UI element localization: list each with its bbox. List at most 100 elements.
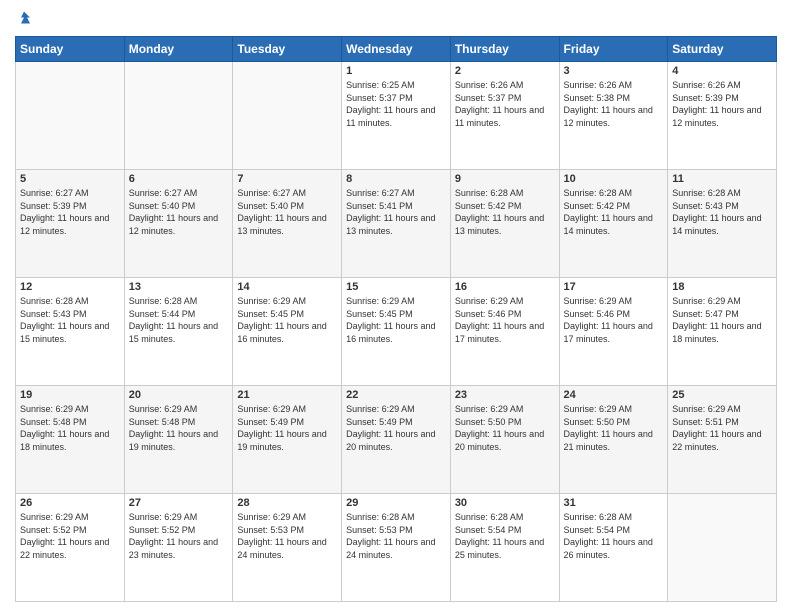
cell-details: Sunrise: 6:29 AMSunset: 5:52 PMDaylight:… [129,511,229,561]
calendar-cell: 27 Sunrise: 6:29 AMSunset: 5:52 PMDayligh… [124,494,233,602]
weekday-header-thursday: Thursday [450,37,559,62]
day-number: 8 [346,173,446,185]
day-number: 1 [346,65,446,77]
calendar-cell: 20 Sunrise: 6:29 AMSunset: 5:48 PMDayligh… [124,386,233,494]
calendar-cell: 3 Sunrise: 6:26 AMSunset: 5:38 PMDaylight… [559,62,668,170]
day-number: 2 [455,65,555,77]
weekday-header-friday: Friday [559,37,668,62]
calendar-cell [233,62,342,170]
weekday-header-saturday: Saturday [668,37,777,62]
cell-details: Sunrise: 6:29 AMSunset: 5:48 PMDaylight:… [129,403,229,453]
day-number: 13 [129,281,229,293]
calendar-cell: 8 Sunrise: 6:27 AMSunset: 5:41 PMDaylight… [342,170,451,278]
day-number: 9 [455,173,555,185]
calendar-cell: 21 Sunrise: 6:29 AMSunset: 5:49 PMDayligh… [233,386,342,494]
calendar-cell: 5 Sunrise: 6:27 AMSunset: 5:39 PMDaylight… [16,170,125,278]
day-number: 16 [455,281,555,293]
cell-details: Sunrise: 6:27 AMSunset: 5:41 PMDaylight:… [346,187,446,237]
calendar-cell: 16 Sunrise: 6:29 AMSunset: 5:46 PMDayligh… [450,278,559,386]
calendar-cell: 2 Sunrise: 6:26 AMSunset: 5:37 PMDaylight… [450,62,559,170]
calendar-cell: 1 Sunrise: 6:25 AMSunset: 5:37 PMDaylight… [342,62,451,170]
day-number: 22 [346,389,446,401]
calendar-cell: 9 Sunrise: 6:28 AMSunset: 5:42 PMDaylight… [450,170,559,278]
page: SundayMondayTuesdayWednesdayThursdayFrid… [0,0,792,612]
cell-details: Sunrise: 6:28 AMSunset: 5:44 PMDaylight:… [129,295,229,345]
calendar-cell: 12 Sunrise: 6:28 AMSunset: 5:43 PMDayligh… [16,278,125,386]
cell-details: Sunrise: 6:27 AMSunset: 5:40 PMDaylight:… [129,187,229,237]
cell-details: Sunrise: 6:29 AMSunset: 5:49 PMDaylight:… [346,403,446,453]
day-number: 30 [455,497,555,509]
cell-details: Sunrise: 6:28 AMSunset: 5:42 PMDaylight:… [564,187,664,237]
day-number: 20 [129,389,229,401]
calendar-cell: 22 Sunrise: 6:29 AMSunset: 5:49 PMDayligh… [342,386,451,494]
cell-details: Sunrise: 6:28 AMSunset: 5:42 PMDaylight:… [455,187,555,237]
cell-details: Sunrise: 6:29 AMSunset: 5:45 PMDaylight:… [237,295,337,345]
weekday-header-sunday: Sunday [16,37,125,62]
day-number: 27 [129,497,229,509]
cell-details: Sunrise: 6:26 AMSunset: 5:39 PMDaylight:… [672,79,772,129]
day-number: 24 [564,389,664,401]
calendar-cell: 18 Sunrise: 6:29 AMSunset: 5:47 PMDayligh… [668,278,777,386]
cell-details: Sunrise: 6:29 AMSunset: 5:47 PMDaylight:… [672,295,772,345]
day-number: 4 [672,65,772,77]
cell-details: Sunrise: 6:27 AMSunset: 5:39 PMDaylight:… [20,187,120,237]
calendar-cell: 30 Sunrise: 6:28 AMSunset: 5:54 PMDayligh… [450,494,559,602]
logo [15,10,37,28]
calendar-cell: 4 Sunrise: 6:26 AMSunset: 5:39 PMDaylight… [668,62,777,170]
calendar-cell: 29 Sunrise: 6:28 AMSunset: 5:53 PMDayligh… [342,494,451,602]
calendar-cell: 23 Sunrise: 6:29 AMSunset: 5:50 PMDayligh… [450,386,559,494]
calendar-table: SundayMondayTuesdayWednesdayThursdayFrid… [15,36,777,602]
cell-details: Sunrise: 6:28 AMSunset: 5:43 PMDaylight:… [672,187,772,237]
calendar-cell: 25Sunrise: 6:29 AMSunset: 5:51 PMDayligh… [668,386,777,494]
cell-details: Sunrise: 6:25 AMSunset: 5:37 PMDaylight:… [346,79,446,129]
calendar-cell: 26Sunrise: 6:29 AMSunset: 5:52 PMDayligh… [16,494,125,602]
day-number: 21 [237,389,337,401]
weekday-header-wednesday: Wednesday [342,37,451,62]
cell-details: Sunrise: 6:29 AMSunset: 5:50 PMDaylight:… [564,403,664,453]
calendar-cell [16,62,125,170]
calendar-cell: 10 Sunrise: 6:28 AMSunset: 5:42 PMDayligh… [559,170,668,278]
cell-details: Sunrise: 6:28 AMSunset: 5:53 PMDaylight:… [346,511,446,561]
calendar-cell [124,62,233,170]
cell-details: Sunrise: 6:29 AMSunset: 5:45 PMDaylight:… [346,295,446,345]
day-number: 14 [237,281,337,293]
cell-details: Sunrise: 6:29 AMSunset: 5:46 PMDaylight:… [455,295,555,345]
cell-details: Sunrise: 6:26 AMSunset: 5:37 PMDaylight:… [455,79,555,129]
cell-details: Sunrise: 6:28 AMSunset: 5:54 PMDaylight:… [564,511,664,561]
day-number: 26 [20,497,120,509]
weekday-header-monday: Monday [124,37,233,62]
calendar-cell [668,494,777,602]
calendar-cell: 13 Sunrise: 6:28 AMSunset: 5:44 PMDayligh… [124,278,233,386]
header [15,10,777,28]
calendar-cell: 24 Sunrise: 6:29 AMSunset: 5:50 PMDayligh… [559,386,668,494]
logo-icon [15,10,33,28]
cell-details: Sunrise: 6:29 AMSunset: 5:48 PMDaylight:… [20,403,120,453]
day-number: 12 [20,281,120,293]
cell-details: Sunrise: 6:28 AMSunset: 5:54 PMDaylight:… [455,511,555,561]
cell-details: Sunrise: 6:29 AMSunset: 5:51 PMDaylight:… [672,403,772,453]
cell-details: Sunrise: 6:28 AMSunset: 5:43 PMDaylight:… [20,295,120,345]
calendar-cell: 14 Sunrise: 6:29 AMSunset: 5:45 PMDayligh… [233,278,342,386]
calendar-cell: 15Sunrise: 6:29 AMSunset: 5:45 PMDayligh… [342,278,451,386]
day-number: 19 [20,389,120,401]
day-number: 6 [129,173,229,185]
day-number: 18 [672,281,772,293]
day-number: 28 [237,497,337,509]
day-number: 31 [564,497,664,509]
cell-details: Sunrise: 6:29 AMSunset: 5:49 PMDaylight:… [237,403,337,453]
day-number: 5 [20,173,120,185]
day-number: 23 [455,389,555,401]
calendar-cell: 6 Sunrise: 6:27 AMSunset: 5:40 PMDaylight… [124,170,233,278]
calendar-cell: 19 Sunrise: 6:29 AMSunset: 5:48 PMDayligh… [16,386,125,494]
cell-details: Sunrise: 6:29 AMSunset: 5:50 PMDaylight:… [455,403,555,453]
day-number: 10 [564,173,664,185]
cell-details: Sunrise: 6:26 AMSunset: 5:38 PMDaylight:… [564,79,664,129]
day-number: 11 [672,173,772,185]
cell-details: Sunrise: 6:29 AMSunset: 5:53 PMDaylight:… [237,511,337,561]
calendar-cell: 17Sunrise: 6:29 AMSunset: 5:46 PMDayligh… [559,278,668,386]
calendar-cell: 28 Sunrise: 6:29 AMSunset: 5:53 PMDayligh… [233,494,342,602]
day-number: 17 [564,281,664,293]
day-number: 3 [564,65,664,77]
day-number: 29 [346,497,446,509]
day-number: 7 [237,173,337,185]
